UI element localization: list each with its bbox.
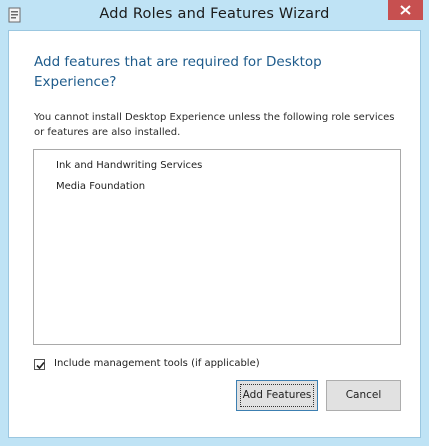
close-icon xyxy=(400,5,411,15)
focus-rectangle xyxy=(240,384,314,407)
cancel-button[interactable]: Cancel xyxy=(326,380,401,411)
title-bar[interactable]: Add Roles and Features Wizard xyxy=(0,0,429,30)
required-features-list[interactable]: Ink and Handwriting Services Media Found… xyxy=(33,149,401,345)
window-title: Add Roles and Features Wizard xyxy=(99,6,330,22)
include-tools-checkbox[interactable] xyxy=(34,359,45,370)
close-button[interactable] xyxy=(388,0,423,20)
add-features-button[interactable]: Add Features xyxy=(236,380,318,411)
dialog-description: You cannot install Desktop Experience un… xyxy=(34,112,395,138)
dialog-body: Add features that are required for Deskt… xyxy=(8,30,421,438)
wizard-window: Add Roles and Features Wizard Add featur… xyxy=(0,0,429,446)
list-item: Media Foundation xyxy=(56,181,146,192)
include-tools-label: Include management tools (if applicable) xyxy=(54,358,260,369)
list-item: Ink and Handwriting Services xyxy=(56,160,203,171)
checkmark-icon xyxy=(36,361,45,370)
dialog-heading: Add features that are required for Deskt… xyxy=(34,54,322,90)
